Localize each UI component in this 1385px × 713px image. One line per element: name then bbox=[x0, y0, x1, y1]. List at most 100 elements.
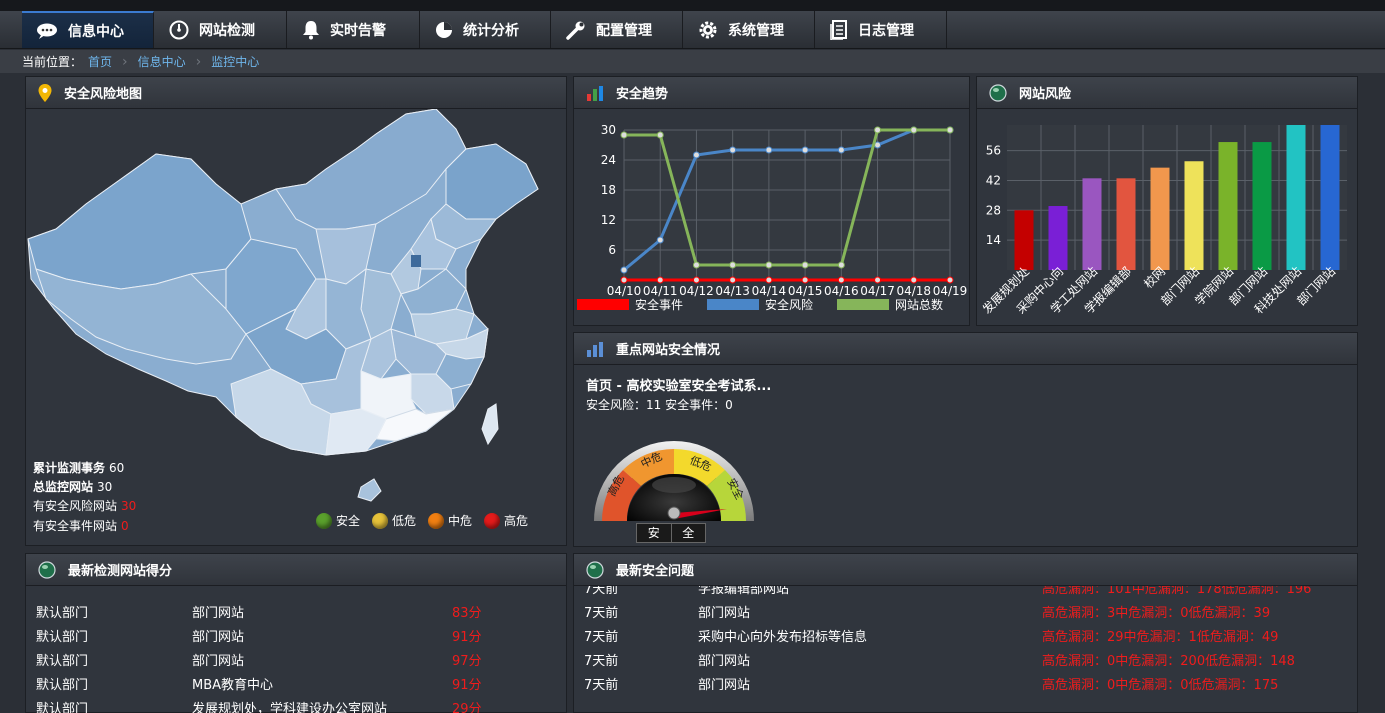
table-row[interactable]: 默认部门 部门网站 91分 bbox=[26, 622, 566, 646]
data-point bbox=[946, 126, 954, 134]
y-tick-label: 18 bbox=[601, 183, 616, 197]
issues-panel: 最新安全问题 7天前 学报编辑部网站 高危漏洞：101中危漏洞：178低危漏洞：19… bbox=[573, 553, 1358, 713]
breadcrumb-link-home[interactable]: 首页 bbox=[88, 53, 112, 70]
nav-label: 统计分析 bbox=[463, 22, 519, 39]
stat-value: 60 bbox=[109, 461, 125, 475]
x-tick-label: 04/17 bbox=[860, 284, 895, 298]
table-row[interactable]: 7天前 采购中心向外发布招标等信息 高危漏洞：29中危漏洞：1低危漏洞：49 bbox=[574, 622, 1357, 646]
key-site-title[interactable]: 首页 - 高校实验室安全考试系... bbox=[586, 375, 771, 394]
nav-item-logs[interactable]: 日志管理 bbox=[816, 11, 947, 48]
vuln-detail-cell: 高危漏洞：0中危漏洞：0低危漏洞：175 bbox=[1042, 678, 1279, 693]
bar bbox=[1218, 142, 1238, 270]
data-point bbox=[692, 276, 700, 284]
data-point bbox=[801, 276, 809, 284]
legend-swatch bbox=[707, 299, 759, 310]
gauge-status-char: 安 bbox=[647, 526, 660, 540]
breadcrumb-label: 当前位置： bbox=[22, 55, 83, 69]
nav-label: 日志管理 bbox=[858, 22, 914, 39]
dept-cell: 默认部门 bbox=[36, 654, 89, 669]
yellow-dot-icon bbox=[372, 512, 389, 529]
gauge-status-button[interactable]: 安 全 bbox=[636, 523, 706, 543]
dept-cell: 默认部门 bbox=[36, 606, 89, 621]
nav-label: 网站检测 bbox=[199, 22, 255, 39]
data-point bbox=[620, 131, 628, 139]
gauge-status-char: 全 bbox=[670, 524, 706, 542]
bar bbox=[1014, 210, 1034, 270]
score-cell: 91分 bbox=[452, 630, 482, 645]
scores-panel: 最新检测网站得分 默认部门 部门网站 83分 默认部门 部门网站 91分 默认部门 部门网站 9… bbox=[25, 553, 567, 713]
breadcrumb-link-monitor[interactable]: 监控中心 bbox=[211, 53, 259, 70]
breadcrumb-link-info-center[interactable]: 信息中心 bbox=[138, 53, 186, 70]
y-tick-label: 28 bbox=[986, 203, 1001, 217]
site-cell: 采购中心向外发布招标等信息 bbox=[698, 630, 868, 645]
table-row[interactable]: 7天前 部门网站 高危漏洞：0中危漏洞：0低危漏洞：175 bbox=[574, 670, 1357, 694]
bar bbox=[1320, 125, 1340, 270]
data-point bbox=[910, 126, 918, 134]
chevron-right-icon: › bbox=[195, 53, 202, 70]
score-cell: 91分 bbox=[452, 678, 482, 693]
site-cell: MBA教育中心 bbox=[192, 678, 274, 693]
stat-risk-sites: 有安全风险网站 30 bbox=[33, 497, 136, 514]
data-point bbox=[946, 276, 954, 284]
table-row[interactable]: 默认部门 发展规划处，学科建设办公室网站 29分 bbox=[26, 694, 566, 713]
y-tick-label: 56 bbox=[986, 144, 1001, 158]
bar bbox=[1082, 178, 1102, 270]
table-row[interactable]: 默认部门 部门网站 83分 bbox=[26, 598, 566, 622]
plot-area bbox=[624, 130, 950, 280]
x-tick-label: 04/14 bbox=[752, 284, 787, 298]
panel-header: 最新安全问题 bbox=[574, 554, 1357, 586]
site-cell: 部门网站 bbox=[698, 606, 751, 621]
panel-title: 最新检测网站得分 bbox=[68, 564, 173, 579]
legend-item-safe: 安全 bbox=[316, 512, 360, 529]
bell-icon bbox=[303, 20, 319, 39]
bar bbox=[1286, 125, 1306, 270]
site-cell: 部门网站 bbox=[698, 678, 751, 693]
panel-header: 安全风险地图 bbox=[26, 77, 566, 109]
nav-item-stats[interactable]: 统计分析 bbox=[421, 11, 551, 48]
stat-total-events: 累计监测事务 60 bbox=[33, 459, 124, 476]
time-cell: 7天前 bbox=[584, 654, 619, 669]
table-row[interactable]: 默认部门 部门网站 97分 bbox=[26, 646, 566, 670]
nav-item-alerts[interactable]: 实时告警 bbox=[288, 11, 420, 48]
table-row[interactable]: 默认部门 MBA教育中心 91分 bbox=[26, 670, 566, 694]
bar bbox=[1048, 206, 1068, 270]
dept-cell: 默认部门 bbox=[36, 678, 89, 693]
x-tick-label: 04/16 bbox=[824, 284, 859, 298]
risk-map-panel: 安全风险地图 累计监测事务 60 总监控网站 30 有安全风险网站 30 有安全事 bbox=[25, 76, 567, 546]
legend-item-high: 高危 bbox=[484, 512, 528, 529]
nav-item-site-check[interactable]: 网站检测 bbox=[155, 11, 287, 48]
table-row[interactable]: 7天前 部门网站 高危漏洞：0中危漏洞：200低危漏洞：148 bbox=[574, 646, 1357, 670]
gear-icon bbox=[699, 21, 717, 38]
orange-dot-icon bbox=[428, 512, 445, 529]
y-tick-label: 30 bbox=[601, 123, 616, 137]
legend-swatch bbox=[577, 299, 629, 310]
globe-icon bbox=[38, 560, 56, 579]
bar-chart-icon bbox=[587, 341, 603, 357]
table-row[interactable]: 7天前 部门网站 高危漏洞：3中危漏洞：0低危漏洞：39 bbox=[574, 598, 1357, 622]
data-point bbox=[801, 261, 809, 269]
dept-cell: 默认部门 bbox=[36, 702, 89, 713]
data-point bbox=[910, 276, 918, 284]
log-icon bbox=[830, 19, 847, 40]
stat-value: 30 bbox=[97, 480, 113, 494]
trend-panel: 安全趋势 6 12 18 24 30 04/10 04/11 04/12 04/13 04/14 0… bbox=[573, 76, 970, 326]
data-point bbox=[874, 126, 882, 134]
trend-chart: 61218243004/10 04/11 04/12 04/13 04/14 04/15 0… bbox=[577, 123, 967, 312]
bar-chart-icon bbox=[587, 85, 603, 101]
time-cell: 7天前 bbox=[584, 678, 619, 693]
nav-item-system[interactable]: 系统管理 bbox=[684, 11, 815, 48]
data-point bbox=[692, 261, 700, 269]
data-point bbox=[729, 261, 737, 269]
nav-item-config[interactable]: 配置管理 bbox=[552, 11, 683, 48]
data-point bbox=[837, 276, 845, 284]
x-tick-label: 04/15 bbox=[788, 284, 823, 298]
legend-label: 安全风险 bbox=[765, 297, 813, 312]
red-dot-icon bbox=[484, 512, 501, 529]
nav-item-info-center[interactable]: 信息中心 bbox=[22, 11, 154, 48]
panel-title: 网站风险 bbox=[1019, 87, 1072, 102]
time-cell: 7天前 bbox=[584, 606, 619, 621]
china-map[interactable] bbox=[26, 109, 566, 509]
data-point bbox=[765, 276, 773, 284]
data-point bbox=[874, 276, 882, 284]
stat-label: 总监控网站 bbox=[33, 480, 94, 494]
